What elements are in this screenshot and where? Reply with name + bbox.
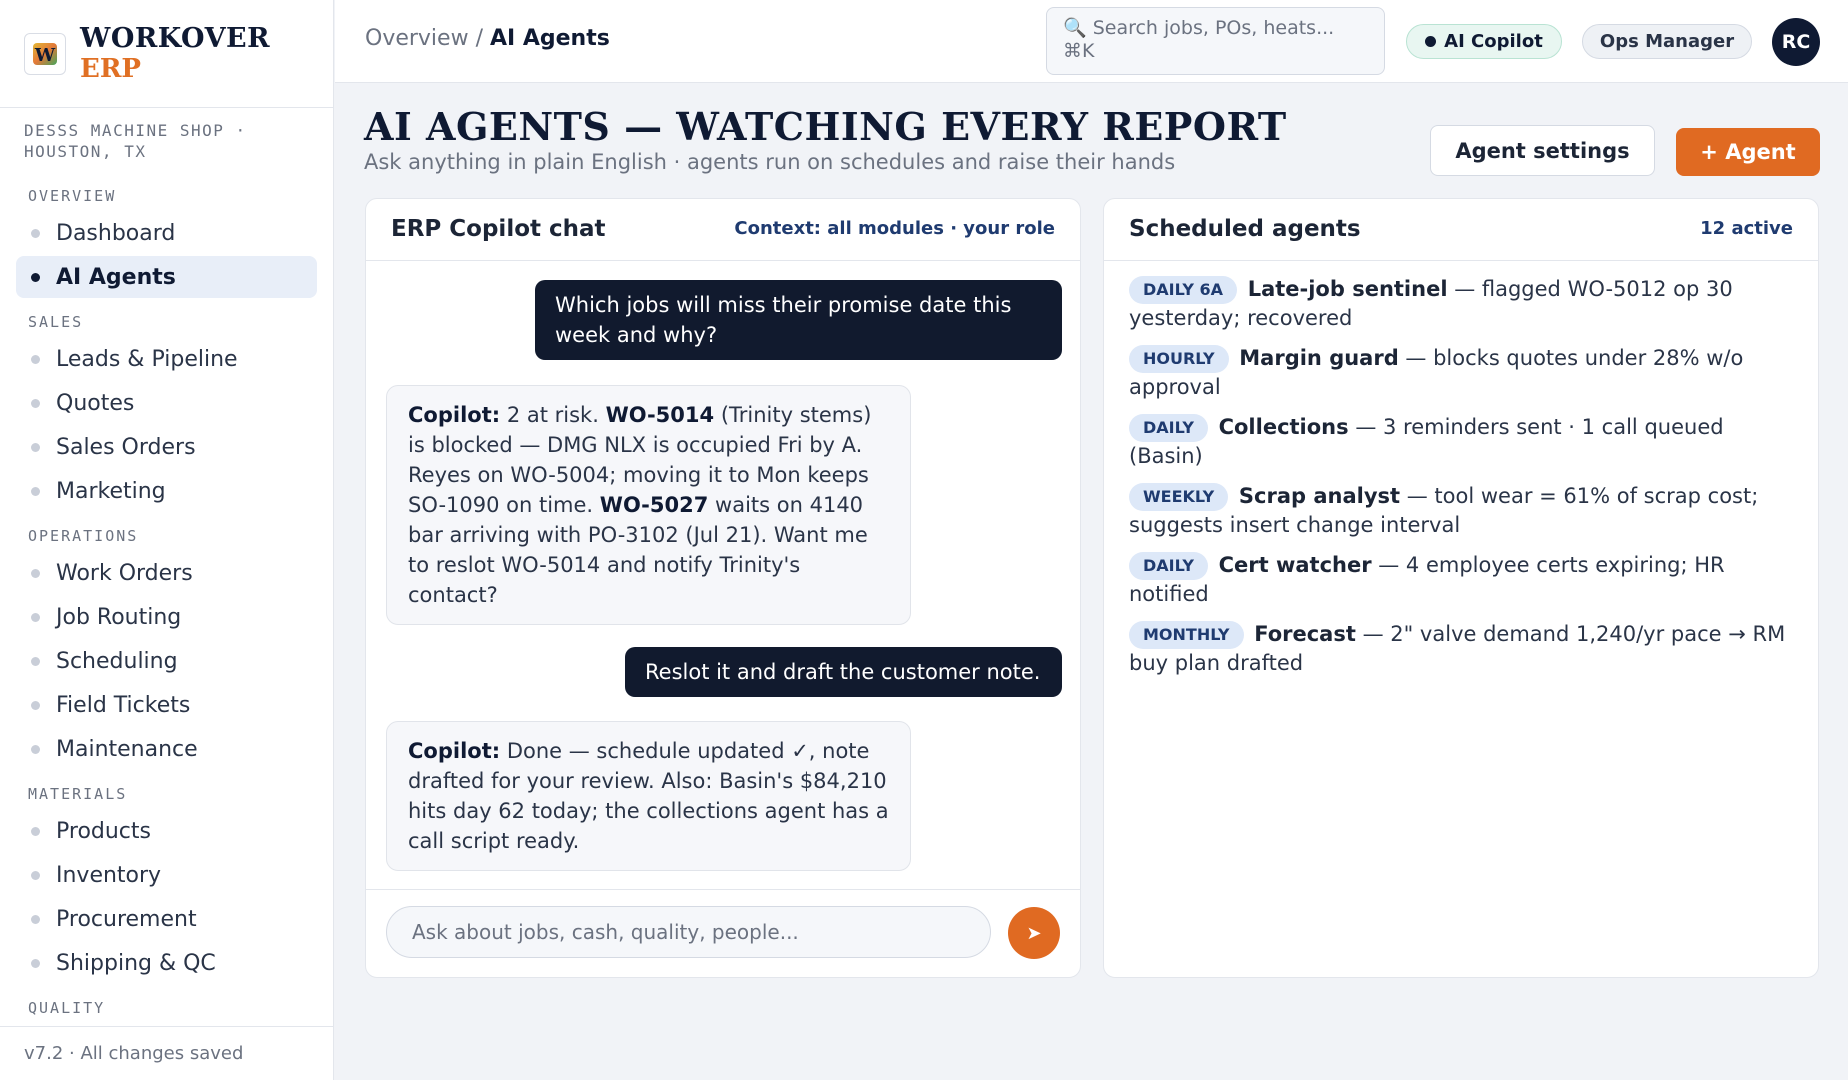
- sidebar-item-ai-agents[interactable]: AI Agents: [16, 256, 317, 298]
- sidebar-item-sales-orders[interactable]: Sales Orders: [16, 426, 317, 468]
- bullet-icon: [31, 827, 40, 836]
- agent-margin-guard[interactable]: HOURLY Margin guard — blocks quotes unde…: [1129, 344, 1795, 401]
- chat-input[interactable]: [386, 906, 991, 958]
- bullet-icon: [31, 657, 40, 666]
- agent-cert-watcher[interactable]: DAILY Cert watcher — 4 employee certs ex…: [1129, 551, 1795, 608]
- breadcrumb-overview-link[interactable]: Overview /: [365, 26, 483, 51]
- bullet-icon: [31, 959, 40, 968]
- bullet-icon: [31, 355, 40, 364]
- sidebar-item-procurement[interactable]: Procurement: [16, 898, 317, 940]
- breadcrumb-current: AI Agents: [489, 26, 610, 51]
- copilot-chat-panel: ERP Copilot chat Context: all modules · …: [365, 198, 1081, 978]
- scheduled-agents-panel: Scheduled agents 12 active DAILY 6A Late…: [1103, 198, 1819, 978]
- chat-title: ERP Copilot chat: [391, 216, 606, 242]
- user-message: Which jobs will miss their promise date …: [535, 280, 1062, 360]
- agent-list: DAILY 6A Late-job sentinel — flagged WO-…: [1129, 275, 1795, 689]
- sidebar-item-inventory[interactable]: Inventory: [16, 854, 317, 896]
- page-title: AI AGENTS — WATCHING EVERY REPORT: [364, 104, 1287, 149]
- status-dot-icon: [1425, 36, 1437, 47]
- active-agents-count: 12 active: [1700, 218, 1793, 239]
- sidebar-item-shipping-qc[interactable]: Shipping & QC: [16, 942, 317, 984]
- bullet-icon: [31, 399, 40, 408]
- send-icon: ➤: [1026, 922, 1042, 944]
- sidebar-item-leads-pipeline[interactable]: Leads & Pipeline: [16, 338, 317, 380]
- nav-section-operations: OPERATIONS: [28, 527, 139, 545]
- chat-composer: ➤: [366, 889, 1080, 977]
- sidebar-item-job-routing[interactable]: Job Routing: [16, 596, 317, 638]
- brand-sub: ERP: [80, 53, 141, 84]
- agents-title: Scheduled agents: [1129, 216, 1361, 242]
- breadcrumb: Overview / AI Agents: [365, 26, 610, 51]
- sidebar-item-marketing[interactable]: Marketing: [16, 470, 317, 512]
- schedule-badge: MONTHLY: [1129, 621, 1244, 649]
- agent-late-job-sentinel[interactable]: DAILY 6A Late-job sentinel — flagged WO-…: [1129, 275, 1795, 332]
- sidebar-item-products[interactable]: Products: [16, 810, 317, 852]
- bullet-icon: [31, 613, 40, 622]
- user-message: Reslot it and draft the customer note.: [625, 647, 1062, 697]
- ai-copilot-toggle[interactable]: AI Copilot: [1406, 24, 1562, 59]
- nav-section-quality: QUALITY: [28, 999, 106, 1017]
- chat-header: ERP Copilot chat Context: all modules · …: [366, 199, 1080, 261]
- schedule-badge: DAILY 6A: [1129, 276, 1237, 304]
- top-header: Overview / AI Agents 🔍 Search jobs, POs,…: [335, 0, 1848, 83]
- sidebar-item-dashboard[interactable]: Dashboard: [16, 212, 317, 254]
- copilot-message: Copilot: Done — schedule updated ✓, note…: [386, 721, 911, 871]
- agent-scrap-analyst[interactable]: WEEKLY Scrap analyst — tool wear = 61% o…: [1129, 482, 1795, 539]
- search-input[interactable]: 🔍 Search jobs, POs, heats... ⌘K: [1046, 7, 1385, 75]
- send-button[interactable]: ➤: [1008, 907, 1060, 959]
- schedule-badge: HOURLY: [1129, 345, 1229, 373]
- agents-header: Scheduled agents 12 active: [1104, 199, 1818, 261]
- workover-logo-icon: W: [24, 32, 66, 75]
- nav-section-overview: OVERVIEW: [28, 187, 117, 205]
- bullet-icon: [31, 443, 40, 452]
- bullet-icon: [31, 487, 40, 496]
- bullet-icon: [31, 745, 40, 754]
- schedule-badge: DAILY: [1129, 414, 1208, 442]
- version-status: v7.2 · All changes saved: [0, 1026, 333, 1080]
- bullet-icon: [31, 915, 40, 924]
- bullet-icon: [31, 569, 40, 578]
- sidebar-item-field-tickets[interactable]: Field Tickets: [16, 684, 317, 726]
- chat-context: Context: all modules · your role: [734, 218, 1055, 239]
- bullet-icon: [31, 871, 40, 880]
- add-agent-button[interactable]: + Agent: [1676, 128, 1820, 176]
- agent-settings-button[interactable]: Agent settings: [1430, 125, 1655, 176]
- agent-collections[interactable]: DAILY Collections — 3 reminders sent · 1…: [1129, 413, 1795, 470]
- bullet-icon: [31, 701, 40, 710]
- nav-section-sales: SALES: [28, 313, 84, 331]
- sidebar-item-quotes[interactable]: Quotes: [16, 382, 317, 424]
- schedule-badge: DAILY: [1129, 552, 1208, 580]
- sidebar-item-work-orders[interactable]: Work Orders: [16, 552, 317, 594]
- brand-name: WORKOVER: [80, 22, 271, 54]
- bullet-icon: [31, 273, 40, 282]
- brand[interactable]: W WORKOVER ERP: [0, 0, 333, 108]
- avatar[interactable]: RC: [1772, 18, 1820, 66]
- copilot-message: Copilot: 2 at risk. WO-5014 (Trinity ste…: [386, 385, 911, 625]
- schedule-badge: WEEKLY: [1129, 483, 1229, 511]
- agent-forecast[interactable]: MONTHLY Forecast — 2" valve demand 1,240…: [1129, 620, 1795, 677]
- sidebar-item-maintenance[interactable]: Maintenance: [16, 728, 317, 770]
- nav-section-materials: MATERIALS: [28, 785, 128, 803]
- svg-text:W: W: [34, 45, 56, 66]
- company-name: DESSS MACHINE SHOP · HOUSTON, TX: [24, 121, 247, 161]
- sidebar: W WORKOVER ERP DESSS MACHINE SHOP · HOUS…: [0, 0, 334, 1080]
- sidebar-item-scheduling[interactable]: Scheduling: [16, 640, 317, 682]
- role-switcher[interactable]: Ops Manager: [1582, 24, 1752, 59]
- bullet-icon: [31, 229, 40, 238]
- page-subtitle: Ask anything in plain English · agents r…: [364, 150, 1176, 174]
